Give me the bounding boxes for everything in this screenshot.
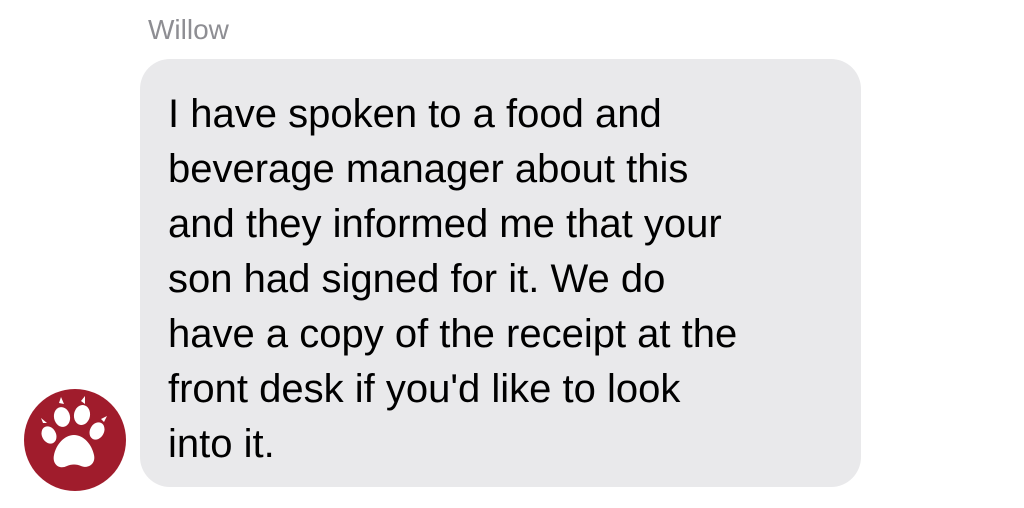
message-text-line: son had signed for it. We do [168, 257, 666, 301]
message-bubble[interactable]: I have spoken to a food and beverage man… [140, 59, 861, 487]
avatar[interactable] [24, 389, 126, 491]
message-text-line: into it. [168, 422, 275, 466]
message-text-line: have a copy of the receipt at the [168, 312, 738, 356]
message-text-line: beverage manager about this [168, 147, 689, 191]
message-text-line: and they informed me that your [168, 202, 722, 246]
message-text-line: I have spoken to a food and [168, 92, 662, 136]
sender-name: Willow [148, 14, 229, 45]
message-text-line: front desk if you'd like to look [168, 367, 681, 411]
paw-print-icon [41, 396, 107, 468]
